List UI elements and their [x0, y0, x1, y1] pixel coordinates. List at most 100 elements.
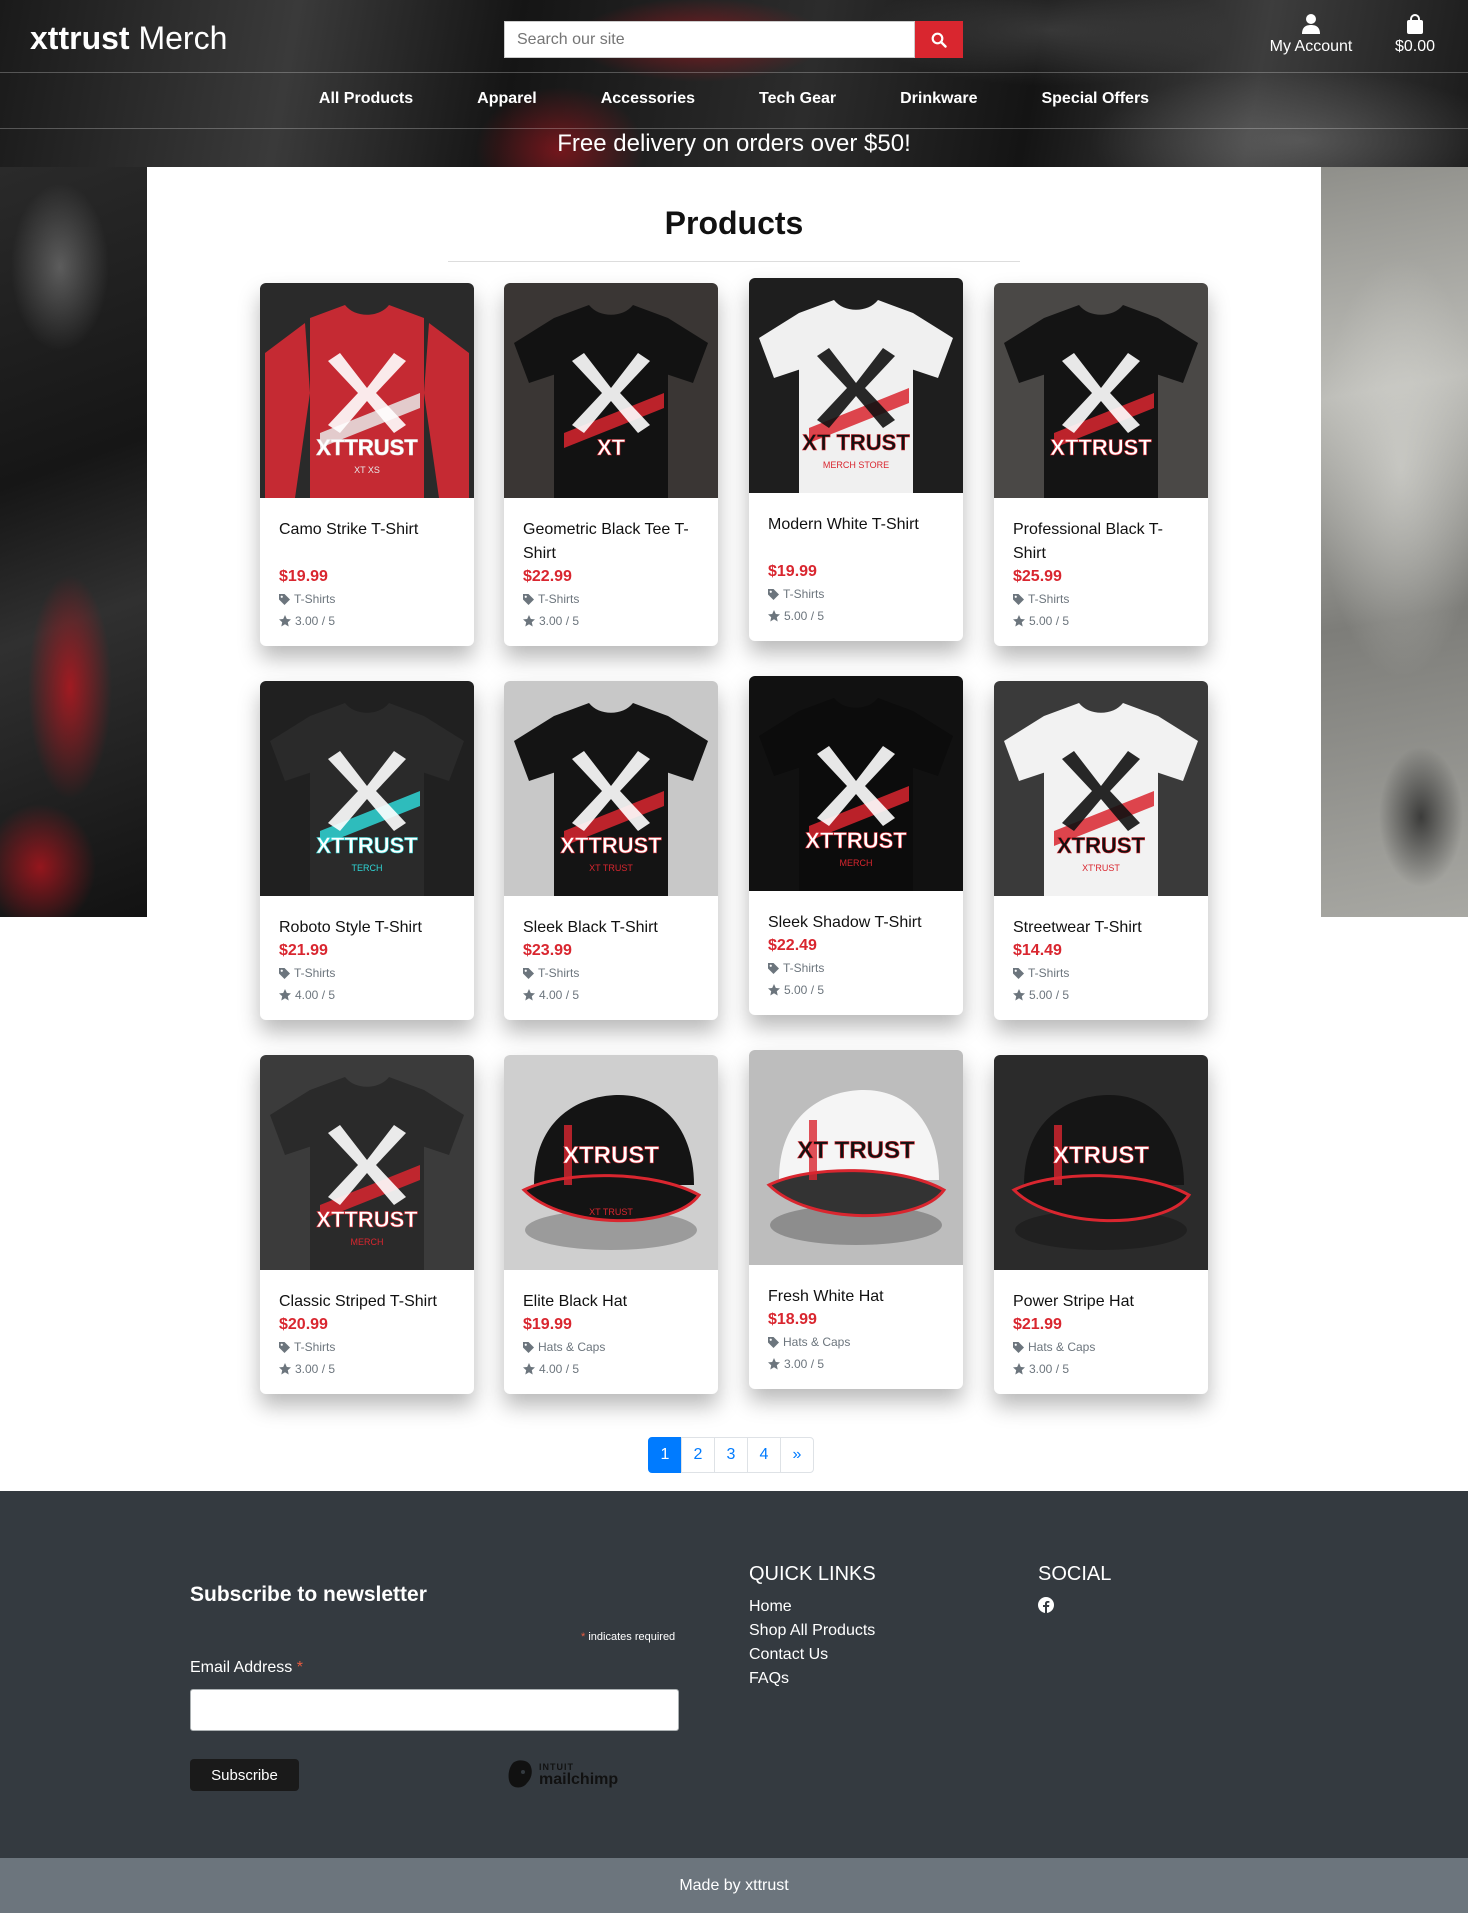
product-category[interactable]: T-Shirts — [768, 583, 944, 605]
footer-link-home[interactable]: Home — [749, 1595, 875, 1619]
star-icon — [523, 1363, 535, 1375]
product-card[interactable]: XT TRUST MERCH STORE Modern White T-Shir… — [749, 278, 963, 641]
product-image[interactable]: XTTRUST MERCH — [749, 676, 963, 891]
site-logo[interactable]: xttrust Merch — [30, 20, 227, 57]
footer-link-contact[interactable]: Contact Us — [749, 1643, 875, 1667]
product-category[interactable]: T-Shirts — [1013, 588, 1189, 610]
tag-icon — [1013, 967, 1024, 979]
product-price: $21.99 — [279, 942, 328, 959]
nav-tech-gear[interactable]: Tech Gear — [727, 90, 868, 108]
product-name[interactable]: Sleek Black T-Shirt — [523, 916, 699, 940]
product-name[interactable]: Classic Striped T-Shirt — [279, 1290, 455, 1314]
product-image[interactable]: XTTRUST — [994, 283, 1208, 498]
email-field[interactable] — [190, 1689, 679, 1731]
cart-link[interactable]: $0.00 — [1390, 14, 1440, 56]
search-input[interactable] — [504, 21, 915, 58]
my-account-link[interactable]: My Account — [1266, 14, 1356, 56]
svg-text:XTTRUST: XTTRUST — [316, 1207, 418, 1232]
product-image[interactable]: XTRUST XT'RUST — [994, 681, 1208, 896]
product-category[interactable]: T-Shirts — [279, 1336, 455, 1358]
search-button[interactable] — [915, 21, 963, 58]
product-image[interactable]: XTTRUST MERCH — [260, 1055, 474, 1270]
product-category[interactable]: T-Shirts — [279, 962, 455, 984]
subscribe-button[interactable]: Subscribe — [190, 1759, 299, 1791]
tag-icon — [279, 1341, 290, 1353]
nav-all-products[interactable]: All Products — [287, 90, 445, 108]
product-category[interactable]: T-Shirts — [523, 962, 699, 984]
product-card[interactable]: XTRUST XT'RUST Streetwear T-Shirt $14.49… — [994, 681, 1208, 1020]
product-image[interactable]: XT TRUST — [749, 1050, 963, 1265]
product-card[interactable]: XTTRUST MERCH Classic Striped T-Shirt $2… — [260, 1055, 474, 1394]
product-name[interactable]: Elite Black Hat — [523, 1290, 699, 1314]
product-price: $18.99 — [768, 1311, 817, 1328]
nav-drinkware[interactable]: Drinkware — [868, 90, 1009, 108]
product-card[interactable]: XTTRUST MERCH Sleek Shadow T-Shirt $22.4… — [749, 676, 963, 1015]
product-rating: 4.00 / 5 — [523, 984, 699, 1006]
product-name[interactable]: Fresh White Hat — [768, 1285, 944, 1309]
tag-icon — [1013, 1341, 1024, 1353]
svg-text:XT TRUST: XT TRUST — [797, 1137, 915, 1164]
page-1-button[interactable]: 1 — [648, 1437, 682, 1473]
page-title: Products — [664, 205, 804, 241]
product-image[interactable]: XTTRUST TERCH — [260, 681, 474, 896]
nav-apparel[interactable]: Apparel — [445, 90, 569, 108]
product-name[interactable]: Modern White T-Shirt — [768, 513, 944, 561]
product-category[interactable]: T-Shirts — [768, 957, 944, 979]
product-category[interactable]: T-Shirts — [279, 588, 455, 610]
product-card[interactable]: XTTRUST XT XS Camo Strike T-Shirt $19.99… — [260, 283, 474, 646]
site-footer: Subscribe to newsletter * indicates requ… — [0, 1491, 1468, 1858]
tag-icon — [523, 1341, 534, 1353]
product-card[interactable]: XT Geometric Black Tee T-Shirt $22.99 T-… — [504, 283, 718, 646]
title-divider — [448, 261, 1020, 262]
product-price: $23.99 — [523, 942, 572, 959]
product-category[interactable]: T-Shirts — [1013, 962, 1189, 984]
page-3-button[interactable]: 3 — [714, 1437, 748, 1473]
product-image[interactable]: XTRUST — [994, 1055, 1208, 1270]
product-image[interactable]: XTRUST XT TRUST — [504, 1055, 718, 1270]
product-image[interactable]: XTTRUST XT XS — [260, 283, 474, 498]
facebook-icon[interactable] — [1038, 1597, 1054, 1613]
product-image[interactable]: XT — [504, 283, 718, 498]
product-price: $19.99 — [768, 563, 817, 580]
product-name[interactable]: Geometric Black Tee T-Shirt — [523, 518, 699, 566]
product-category[interactable]: T-Shirts — [523, 588, 699, 610]
svg-text:XT TRUST: XT TRUST — [589, 863, 633, 873]
product-name[interactable]: Roboto Style T-Shirt — [279, 916, 455, 940]
footer-link-shop-all[interactable]: Shop All Products — [749, 1619, 875, 1643]
search-form — [504, 21, 963, 58]
product-rating: 4.00 / 5 — [523, 1358, 699, 1380]
tag-icon — [279, 967, 290, 979]
product-card[interactable]: XTTRUST Professional Black T-Shirt $25.9… — [994, 283, 1208, 646]
product-card[interactable]: XTTRUST XT TRUST Sleek Black T-Shirt $23… — [504, 681, 718, 1020]
product-card[interactable]: XTTRUST TERCH Roboto Style T-Shirt $21.9… — [260, 681, 474, 1020]
product-card[interactable]: XTRUST Power Stripe Hat $21.99 Hats & Ca… — [994, 1055, 1208, 1394]
product-name[interactable]: Sleek Shadow T-Shirt — [768, 911, 944, 935]
mailchimp-badge[interactable]: INTUIT mailchimp — [507, 1759, 618, 1791]
product-name[interactable]: Streetwear T-Shirt — [1013, 916, 1189, 940]
star-icon — [523, 615, 535, 627]
product-rating: 5.00 / 5 — [768, 605, 944, 627]
nav-special-offers[interactable]: Special Offers — [1009, 90, 1181, 108]
product-image[interactable]: XTTRUST XT TRUST — [504, 681, 718, 896]
svg-text:XTTRUST: XTTRUST — [560, 833, 662, 858]
product-name[interactable]: Professional Black T-Shirt — [1013, 518, 1189, 566]
required-note: * indicates required — [581, 1631, 676, 1643]
product-rating: 3.00 / 5 — [279, 1358, 455, 1380]
product-category[interactable]: Hats & Caps — [523, 1336, 699, 1358]
svg-text:MERCH STORE: MERCH STORE — [823, 460, 889, 470]
tag-icon — [768, 1336, 779, 1348]
product-category[interactable]: Hats & Caps — [1013, 1336, 1189, 1358]
product-card[interactable]: XT TRUST Fresh White Hat $18.99 Hats & C… — [749, 1050, 963, 1389]
page-2-button[interactable]: 2 — [681, 1437, 715, 1473]
nav-accessories[interactable]: Accessories — [569, 90, 727, 108]
product-category[interactable]: Hats & Caps — [768, 1331, 944, 1353]
product-name[interactable]: Power Stripe Hat — [1013, 1290, 1189, 1314]
product-image[interactable]: XT TRUST MERCH STORE — [749, 278, 963, 493]
star-icon — [279, 1363, 291, 1375]
product-card[interactable]: XTRUST XT TRUST Elite Black Hat $19.99 H… — [504, 1055, 718, 1394]
footer-link-faqs[interactable]: FAQs — [749, 1667, 875, 1691]
next-page-button[interactable]: » — [780, 1437, 814, 1473]
svg-text:XT XS: XT XS — [354, 465, 380, 475]
page-4-button[interactable]: 4 — [747, 1437, 781, 1473]
product-name[interactable]: Camo Strike T-Shirt — [279, 518, 455, 566]
